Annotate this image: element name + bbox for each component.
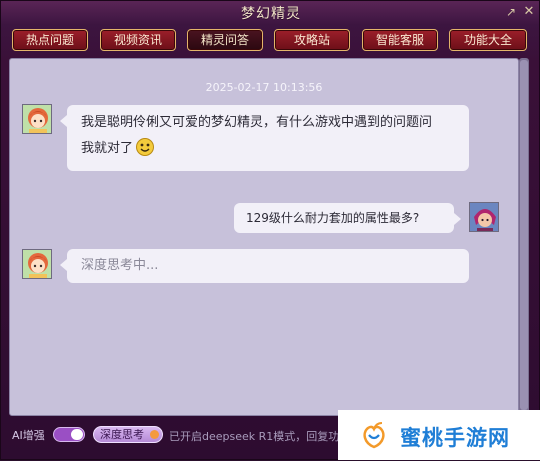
tab-smart-service[interactable]: 智能客服 (362, 29, 438, 51)
toggle-knob (71, 429, 83, 440)
deep-think-label: 深度思考 (100, 428, 144, 441)
tab-bar: 热点问题 视频资讯 精灵问答 攻略站 智能客服 功能大全 (9, 29, 533, 53)
chat-scrollbar[interactable] (519, 58, 529, 414)
mode-status-text: 已开启deepseek R1模式，回复功 (169, 430, 340, 443)
bot-avatar (22, 249, 52, 279)
user-message-bubble: 129级什么耐力套加的属性最多? (234, 203, 461, 233)
bot-message-bubble: 我是聪明伶俐又可爱的梦幻精灵，有什么游戏中遇到的问题问 我就对了 (60, 105, 469, 171)
scrollbar-thumb[interactable] (520, 60, 528, 410)
bot-message-text: 我就对了 (81, 141, 134, 156)
tab-guides[interactable]: 攻略站 (274, 29, 350, 51)
tab-all-features[interactable]: 功能大全 (449, 29, 527, 51)
smile-emoji-icon (135, 137, 155, 157)
thinking-text: 深度思考中... (81, 258, 159, 273)
tab-sprite-qa[interactable]: 精灵问答 (187, 29, 263, 51)
ai-enhance-toggle[interactable] (53, 427, 85, 442)
bot-thinking-bubble: 深度思考中... (60, 249, 469, 283)
app-window: 梦幻精灵 ↗ ✕ 热点问题 视频资讯 精灵问答 攻略站 智能客服 功能大全 20… (0, 0, 540, 460)
tab-hot-questions[interactable]: 热点问题 (12, 29, 88, 51)
title-bar[interactable]: 梦幻精灵 ↗ ✕ (1, 1, 540, 23)
user-message-text: 129级什么耐力套加的属性最多? (246, 211, 420, 225)
bot-message-line: 我是聪明伶俐又可爱的梦幻精灵，有什么游戏中遇到的问题问 (81, 115, 433, 130)
pop-out-icon[interactable]: ↗ (503, 4, 519, 20)
watermark-text: 蜜桃手游网 (400, 426, 510, 450)
bot-avatar (22, 104, 52, 134)
ai-enhance-label: AI增强 (12, 429, 45, 442)
bot-message-line-2: 我就对了 (81, 136, 457, 162)
watermark: 蜜桃手游网 (338, 410, 540, 460)
tab-video-news[interactable]: 视频资讯 (100, 29, 176, 51)
peach-logo-icon (360, 421, 388, 449)
chat-panel[interactable]: 2025-02-17 10:13:56 我是聪明伶俐又可爱的梦幻精灵，有什么游戏… (9, 58, 519, 416)
chat-timestamp: 2025-02-17 10:13:56 (205, 81, 323, 94)
user-avatar (469, 202, 499, 232)
window-title: 梦幻精灵 (241, 6, 301, 22)
close-icon[interactable]: ✕ (521, 4, 537, 20)
deep-think-indicator-icon (150, 430, 159, 439)
deep-think-button[interactable]: 深度思考 (93, 426, 163, 443)
